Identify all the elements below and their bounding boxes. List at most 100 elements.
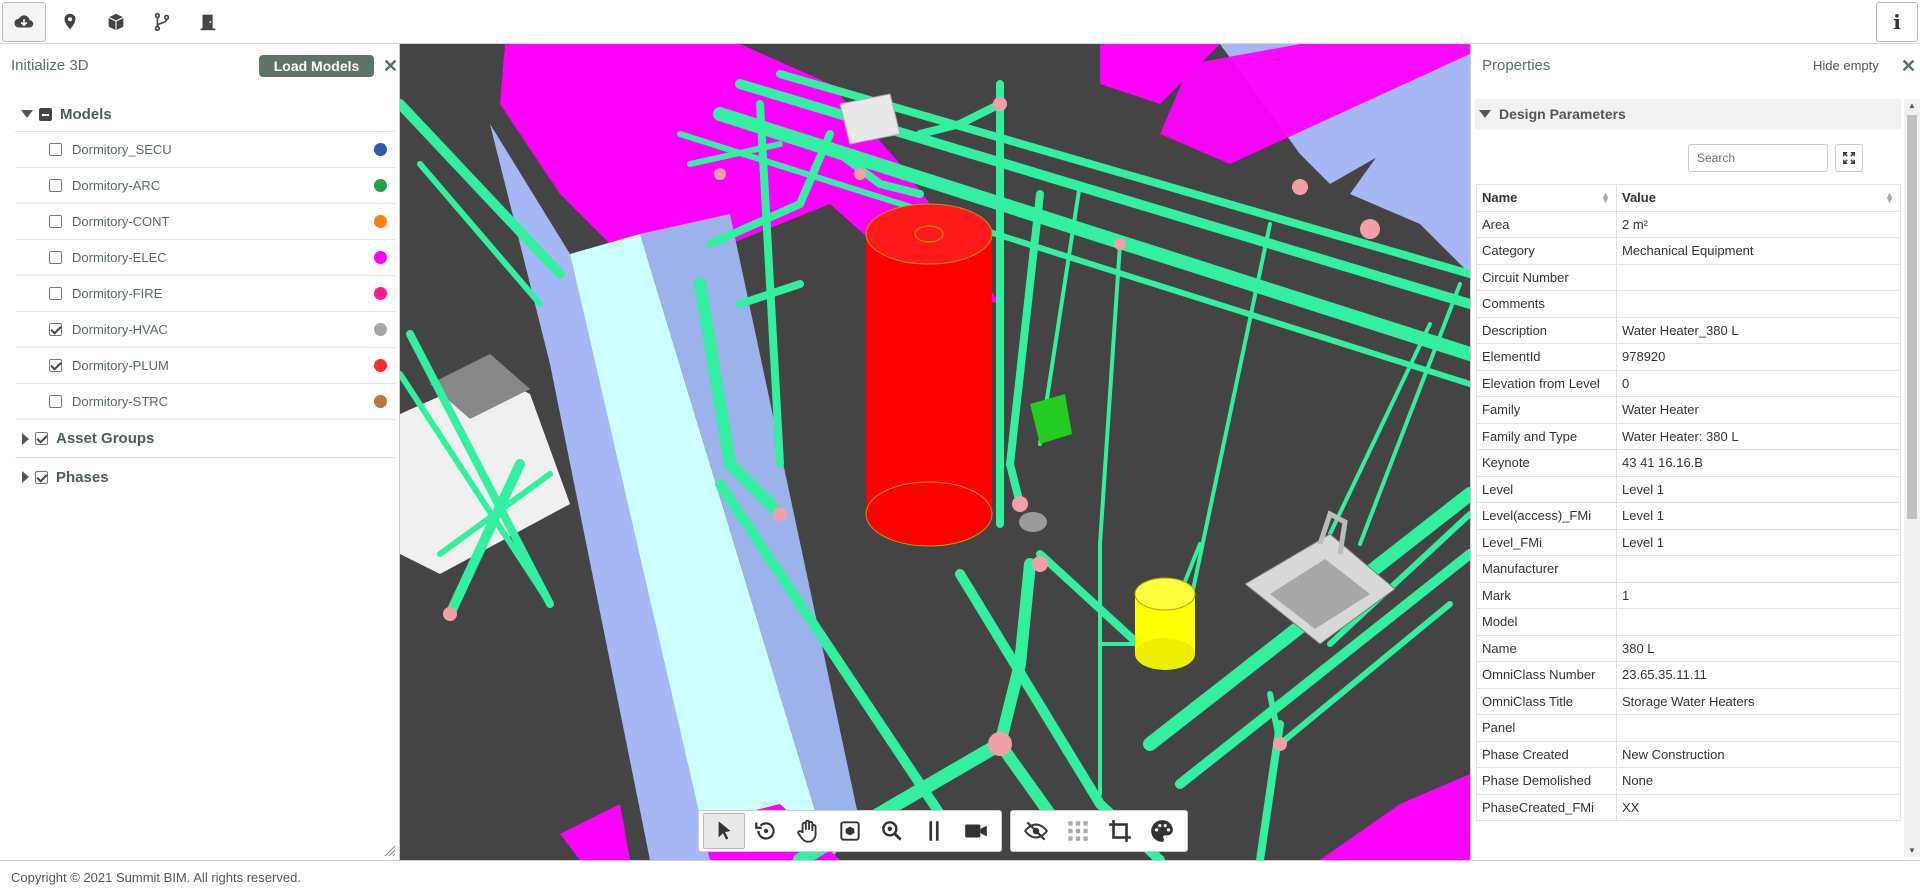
sort-icon: ▲ ▼ [1885, 190, 1894, 205]
select-icon[interactable] [703, 813, 745, 849]
property-name: Level [1476, 475, 1617, 503]
model-color-dot[interactable] [374, 359, 387, 372]
model-color-dot[interactable] [374, 251, 387, 264]
scroll-down-icon[interactable]: ▼ [1908, 846, 1916, 855]
model-checkbox[interactable] [49, 215, 62, 228]
cloud-download-icon[interactable] [2, 2, 46, 42]
zoom-icon[interactable] [871, 813, 913, 849]
asset-groups-group[interactable]: Asset Groups [15, 420, 395, 458]
model-checkbox[interactable] [49, 395, 62, 408]
info-button[interactable]: i [1876, 2, 1918, 42]
property-value: 978920 [1616, 343, 1901, 371]
model-item[interactable]: Dormitory-PLUM [15, 348, 395, 384]
properties-panel: Properties Hide empty ✕ Design Parameter… [1470, 44, 1920, 860]
model-item[interactable]: Dormitory-ARC [15, 168, 395, 204]
caret-down-icon[interactable] [1479, 110, 1491, 118]
footer: Copyright © 2021 Summit BIM. All rights … [0, 860, 1920, 893]
hide-empty-toggle[interactable]: Hide empty [1813, 58, 1879, 73]
property-value [1616, 263, 1901, 291]
model-item[interactable]: Dormitory_SECU [15, 132, 395, 168]
property-name: Keynote [1476, 449, 1617, 477]
property-name: Circuit Number [1476, 263, 1617, 291]
table-row: Circuit Number [1476, 263, 1901, 291]
pan-icon[interactable] [787, 813, 829, 849]
phases-group[interactable]: Phases [15, 458, 395, 496]
model-color-dot[interactable] [374, 395, 387, 408]
model-item[interactable]: Dormitory-CONT [15, 204, 395, 240]
models-panel: Initialize 3D Load Models ✕ Models Dormi… [0, 44, 400, 860]
model-checkbox[interactable] [49, 359, 62, 372]
panel-title: Properties [1482, 57, 1551, 74]
map-marker-icon[interactable] [48, 2, 92, 42]
model-checkbox[interactable] [49, 287, 62, 300]
hide-icon[interactable] [1015, 813, 1057, 849]
orbit-icon[interactable] [745, 813, 787, 849]
model-color-dot[interactable] [374, 179, 387, 192]
3d-viewport[interactable] [400, 44, 1470, 860]
model-label: Dormitory-STRC [72, 394, 169, 409]
viewer-toolbar [698, 810, 1188, 852]
section-box-icon[interactable] [1057, 813, 1099, 849]
property-value: 0 [1616, 369, 1901, 397]
model-item[interactable]: Dormitory-HVAC [15, 312, 395, 348]
caret-right-icon[interactable] [22, 432, 29, 445]
model-color-dot[interactable] [374, 323, 387, 336]
camera-icon[interactable] [955, 813, 997, 849]
models-group[interactable]: Models [15, 97, 395, 132]
property-value [1616, 290, 1901, 318]
property-value: Water Heater [1616, 396, 1901, 424]
branch-icon[interactable] [140, 2, 184, 42]
palette-icon[interactable] [1141, 813, 1183, 849]
column-header-value[interactable]: Value ▲ ▼ [1616, 184, 1901, 212]
models-checkbox[interactable] [39, 107, 52, 121]
search-input[interactable] [1688, 144, 1828, 172]
property-name: Name [1476, 634, 1617, 662]
load-models-button[interactable]: Load Models [259, 55, 374, 77]
walk-icon[interactable] [913, 813, 955, 849]
model-item[interactable]: Dormitory-STRC [15, 384, 395, 420]
property-value: Water Heater: 380 L [1616, 422, 1901, 450]
model-item[interactable]: Dormitory-ELEC [15, 240, 395, 276]
section-label: Design Parameters [1499, 106, 1626, 122]
cube-icon[interactable] [94, 2, 138, 42]
3d-scene[interactable] [400, 44, 1470, 860]
model-color-dot[interactable] [374, 143, 387, 156]
model-item[interactable]: Dormitory-FIRE [15, 276, 395, 312]
design-parameters-header[interactable]: Design Parameters [1475, 99, 1901, 129]
property-name: Category [1476, 237, 1617, 265]
model-checkbox[interactable] [49, 179, 62, 192]
crop-icon[interactable] [1099, 813, 1141, 849]
property-value: Water Heater_380 L [1616, 316, 1901, 344]
scroll-up-icon[interactable]: ▲ [1908, 101, 1916, 110]
table-row: Name 380 L [1476, 634, 1901, 662]
resize-handle-icon[interactable] [384, 845, 396, 857]
model-color-dot[interactable] [374, 215, 387, 228]
table-row: OmniClass Title Storage Water Heaters [1476, 687, 1901, 715]
property-name: Phase Demolished [1476, 767, 1617, 795]
property-name: Panel [1476, 714, 1617, 742]
property-name: Level_FMi [1476, 528, 1617, 556]
model-checkbox[interactable] [49, 323, 62, 336]
property-name: PhaseCreated_FMi [1476, 793, 1617, 821]
scroll-thumb[interactable] [1907, 115, 1917, 519]
copyright-text: Copyright © 2021 Summit BIM. All rights … [11, 870, 301, 885]
fit-view-icon[interactable] [829, 813, 871, 849]
close-icon[interactable]: ✕ [383, 57, 398, 75]
close-icon[interactable]: ✕ [1901, 57, 1916, 75]
property-value: Level 1 [1616, 502, 1901, 530]
model-checkbox[interactable] [49, 251, 62, 264]
model-color-dot[interactable] [374, 287, 387, 300]
expand-button[interactable] [1835, 144, 1863, 172]
door-icon[interactable] [186, 2, 230, 42]
caret-down-icon[interactable] [21, 110, 33, 118]
column-header-name[interactable]: Name ▲ ▼ [1476, 184, 1617, 212]
property-value: Level 1 [1616, 475, 1901, 503]
property-name: Family and Type [1476, 422, 1617, 450]
properties-scrollbar[interactable]: ▲ ▼ [1904, 99, 1920, 857]
phases-checkbox[interactable] [35, 470, 48, 484]
asset-groups-checkbox[interactable] [35, 432, 48, 445]
model-label: Dormitory-FIRE [72, 286, 163, 301]
caret-right-icon[interactable] [22, 471, 29, 483]
property-name: Elevation from Level [1476, 369, 1617, 397]
model-checkbox[interactable] [49, 143, 62, 156]
